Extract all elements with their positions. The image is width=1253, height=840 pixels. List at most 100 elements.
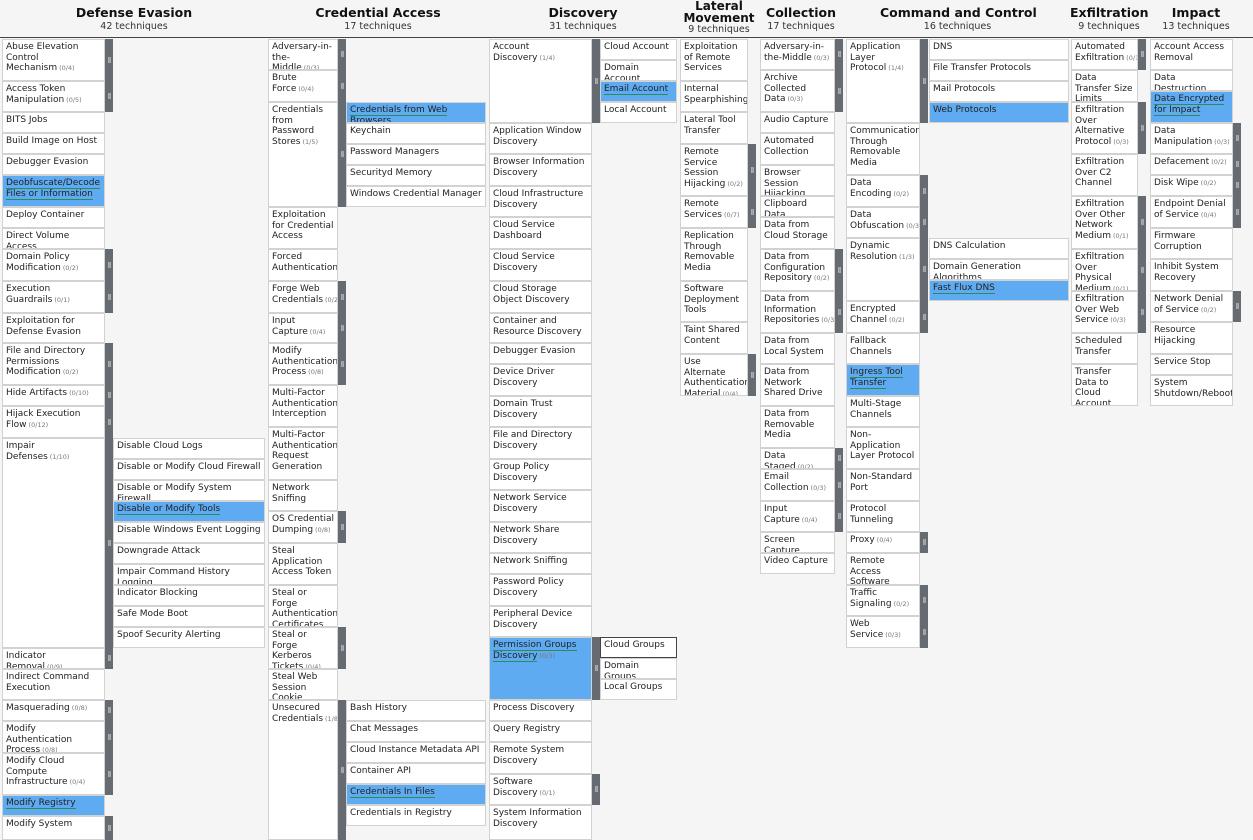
technique-debugger-evasion[interactable]: Debugger Evasion [489,343,592,364]
technique-automated-exfiltration[interactable]: Automated Exfiltration(0/1) [1071,39,1138,70]
subtechnique-toggle-bar[interactable]: II [338,627,346,669]
technique-exfiltration-over-web-service[interactable]: Exfiltration Over Web Service (0/3) [1071,291,1138,333]
technique-os-credential-dumping[interactable]: OS Credential Dumping (0/8) [268,511,338,543]
technique-brute-force[interactable]: Brute Force (0/4) [268,70,338,102]
subtechnique-keychain[interactable]: Keychain [346,123,486,144]
subtechnique-toggle-bar[interactable]: II [105,438,113,648]
technique-input-capture[interactable]: Input Capture (0/4) [760,501,835,532]
technique-defacement[interactable]: Defacement (0/2) [1150,154,1233,175]
technique-input-capture[interactable]: Input Capture (0/4) [268,313,338,343]
technique-adversary-in-the-middle[interactable]: Adversary-in-the-Middle (0/3) [268,39,338,70]
technique-encrypted-channel[interactable]: Encrypted Channel (0/2) [846,301,920,333]
subtechnique-credentials-in-registry[interactable]: Credentials in Registry [346,805,486,826]
technique-cloud-infrastructure-discovery[interactable]: Cloud Infrastructure Discovery [489,186,592,217]
technique-protocol-tunneling[interactable]: Protocol Tunneling [846,501,920,532]
subtechnique-toggle-bar[interactable]: II [1138,291,1146,333]
subtechnique-toggle-bar[interactable]: II [105,249,113,281]
technique-permission-groups-discovery[interactable]: Permission Groups Discovery (0/3) [489,637,592,700]
subtechnique-toggle-bar[interactable]: II [920,585,928,616]
subtechnique-cloud-instance-metadata-api[interactable]: Cloud Instance Metadata API [346,742,486,763]
technique-web-service[interactable]: Web Service (0/3) [846,616,920,648]
technique-masquerading[interactable]: Masquerading (0/8) [2,700,105,721]
technique-firmware-corruption[interactable]: Firmware Corruption [1150,228,1233,259]
subtechnique-toggle-bar[interactable]: II [105,648,113,669]
subtechnique-dns[interactable]: DNS [929,39,1069,60]
technique-remote-services[interactable]: Remote Services (0/7) [680,196,748,228]
technique-communication-through-removable-media[interactable]: Communication Through Removable Media [846,123,920,175]
subtechnique-local-account[interactable]: Local Account [600,102,677,123]
subtechnique-toggle-bar[interactable]: II [105,385,113,406]
technique-access-token-manipulation[interactable]: Access Token Manipulation (0/5) [2,81,105,112]
subtechnique-local-groups[interactable]: Local Groups [600,679,677,700]
technique-data-encrypted-for-impact[interactable]: Data Encrypted for Impact [1150,91,1233,123]
technique-exfiltration-over-other-network-medium[interactable]: Exfiltration Over Other Network Medium (0… [1071,196,1138,249]
technique-data-manipulation[interactable]: Data Manipulation (0/3) [1150,123,1233,154]
technique-browser-session-hijacking[interactable]: Browser Session Hijacking [760,165,835,196]
technique-inhibit-system-recovery[interactable]: Inhibit System Recovery [1150,259,1233,291]
technique-resource-hijacking[interactable]: Resource Hijacking [1150,322,1233,354]
subtechnique-toggle-bar[interactable]: II [1233,154,1241,175]
subtechnique-toggle-bar[interactable]: II [835,448,843,469]
subtechnique-toggle-bar[interactable]: II [105,753,113,795]
technique-account-discovery[interactable]: Account Discovery (1/4) [489,39,592,123]
technique-abuse-elevation-control-mechanism[interactable]: Abuse Elevation Control Mechanism (0/4) [2,39,105,81]
technique-execution-guardrails[interactable]: Execution Guardrails (0/1) [2,281,105,313]
subtechnique-dns-calculation[interactable]: DNS Calculation [929,238,1069,259]
subtechnique-toggle-bar[interactable]: II [338,281,346,313]
technique-cloud-service-discovery[interactable]: Cloud Service Discovery [489,249,592,281]
subtechnique-web-protocols[interactable]: Web Protocols [929,102,1069,123]
technique-exploitation-of-remote-services[interactable]: Exploitation of Remote Services [680,39,748,81]
technique-proxy[interactable]: Proxy (0/4) [846,532,920,553]
technique-multi-stage-channels[interactable]: Multi-Stage Channels [846,396,920,427]
technique-peripheral-device-discovery[interactable]: Peripheral Device Discovery [489,606,592,637]
subtechnique-indicator-blocking[interactable]: Indicator Blocking [113,585,265,606]
technique-adversary-in-the-middle[interactable]: Adversary-in-the-Middle (0/3) [760,39,835,70]
technique-data-from-removable-media[interactable]: Data from Removable Media [760,406,835,448]
technique-credentials-from-password-stores[interactable]: Credentials from Password Stores (1/5) [268,102,338,207]
tactic-header-credential-access[interactable]: Credential Access 17 techniques [300,6,456,31]
technique-indirect-command-execution[interactable]: Indirect Command Execution [2,669,105,700]
technique-steal-or-forge-authentication-certificates[interactable]: Steal or Forge Authentication Certificat… [268,585,338,627]
subtechnique-password-managers[interactable]: Password Managers [346,144,486,165]
technique-exfiltration-over-alternative-protocol[interactable]: Exfiltration Over Alternative Protocol (0… [1071,102,1138,154]
subtechnique-toggle-bar[interactable]: II [338,343,346,385]
technique-replication-through-removable-media[interactable]: Replication Through Removable Media [680,228,748,281]
technique-modify-authentication-process[interactable]: Modify Authentication Process (0/8) [2,721,105,753]
technique-modify-registry[interactable]: Modify Registry [2,795,105,816]
technique-exfiltration-over-c2-channel[interactable]: Exfiltration Over C2 Channel [1071,154,1138,196]
subtechnique-toggle-bar[interactable]: II [338,70,346,102]
technique-data-staged[interactable]: Data Staged (0/2) [760,448,835,469]
tactic-header-exfiltration[interactable]: Exfiltration 9 techniques [1070,6,1148,31]
technique-multi-factor-authentication-request-generation[interactable]: Multi-Factor Authentication Request Gene… [268,427,338,480]
subtechnique-disable-or-modify-cloud-firewall[interactable]: Disable or Modify Cloud Firewall [113,459,265,480]
subtechnique-securityd-memory[interactable]: Securityd Memory [346,165,486,186]
subtechnique-toggle-bar[interactable]: II [920,301,928,333]
subtechnique-toggle-bar[interactable]: II [920,207,928,238]
technique-query-registry[interactable]: Query Registry [489,721,592,742]
subtechnique-toggle-bar[interactable]: II [835,39,843,70]
technique-data-from-cloud-storage[interactable]: Data from Cloud Storage [760,217,835,249]
technique-archive-collected-data[interactable]: Archive Collected Data (0/3) [760,70,835,112]
technique-non-standard-port[interactable]: Non-Standard Port [846,469,920,501]
subtechnique-disable-cloud-logs[interactable]: Disable Cloud Logs [113,438,265,459]
technique-group-policy-discovery[interactable]: Group Policy Discovery [489,459,592,490]
subtechnique-toggle-bar[interactable]: II [835,70,843,112]
technique-account-access-removal[interactable]: Account Access Removal [1150,39,1233,70]
technique-use-alternate-authentication-material[interactable]: Use Alternate Authentication Material (0/… [680,354,748,396]
technique-lateral-tool-transfer[interactable]: Lateral Tool Transfer [680,112,748,144]
subtechnique-toggle-bar[interactable]: II [748,144,756,196]
technique-forced-authentication[interactable]: Forced Authentication [268,249,338,281]
technique-network-denial-of-service[interactable]: Network Denial of Service (0/2) [1150,291,1233,322]
technique-domain-policy-modification[interactable]: Domain Policy Modification (0/2) [2,249,105,281]
technique-multi-factor-authentication-interception[interactable]: Multi-Factor Authentication Interception [268,385,338,427]
technique-non-application-layer-protocol[interactable]: Non-Application Layer Protocol [846,427,920,469]
technique-taint-shared-content[interactable]: Taint Shared Content [680,322,748,354]
subtechnique-safe-mode-boot[interactable]: Safe Mode Boot [113,606,265,627]
technique-internal-spearphishing[interactable]: Internal Spearphishing [680,81,748,112]
tactic-header-command-and-control[interactable]: Command and Control 16 techniques [880,6,1037,31]
technique-screen-capture[interactable]: Screen Capture [760,532,835,553]
subtechnique-domain-account[interactable]: Domain Account [600,60,677,81]
subtechnique-toggle-bar[interactable]: II [748,354,756,396]
subtechnique-credentials-in-files[interactable]: Credentials In Files [346,784,486,805]
subtechnique-toggle-bar[interactable]: II [1138,102,1146,154]
